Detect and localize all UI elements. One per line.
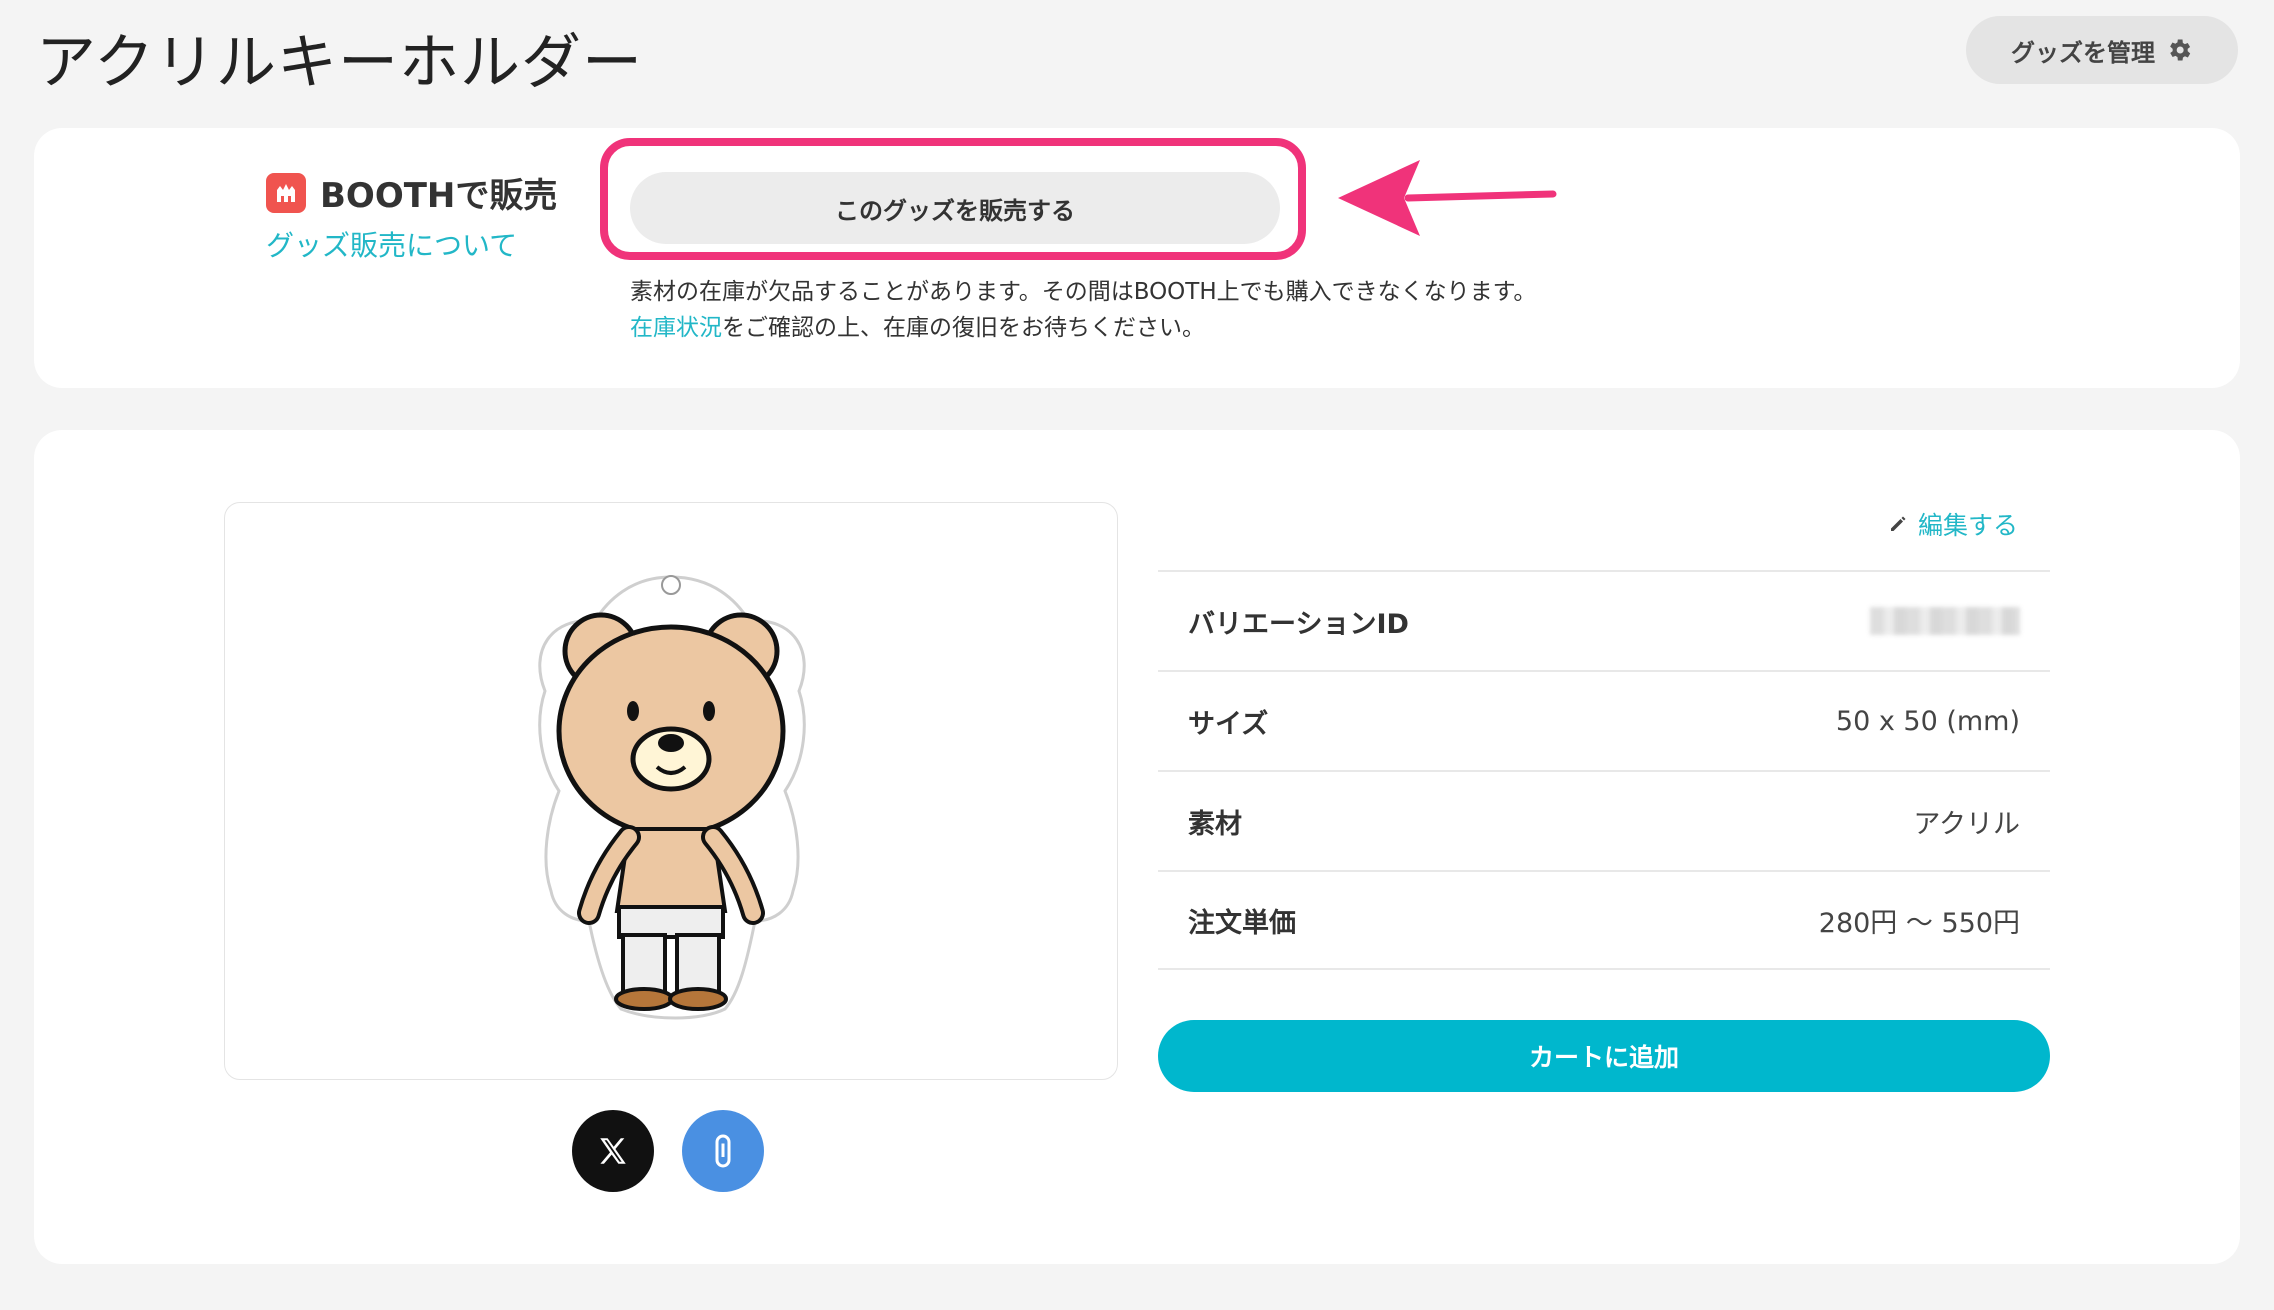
- spec-row-unit-price: 注文単価 280円 〜 550円: [1158, 870, 2050, 970]
- spec-row-size: サイズ 50 x 50 (mm): [1158, 670, 2050, 770]
- product-card: 編集する バリエーションID サイズ 50 x 50 (mm) 素材 アクリル …: [34, 430, 2240, 1264]
- stock-notice-line2-text: をご確認の上、在庫の復旧をお待ちください。: [722, 315, 1205, 341]
- booth-title: BOOTHで販売: [320, 176, 558, 216]
- share-x-button[interactable]: [572, 1110, 654, 1192]
- pointer-arrow-icon: [1338, 160, 1557, 236]
- product-image-frame: [224, 502, 1118, 1080]
- spec-label: バリエーションID: [1188, 608, 1409, 640]
- spec-row-variation-id: バリエーションID: [1158, 570, 2050, 670]
- booth-logo-icon: [266, 172, 306, 213]
- clip-icon: [715, 1134, 731, 1168]
- stock-status-link[interactable]: 在庫状況: [630, 315, 722, 341]
- x-logo-icon: [600, 1138, 626, 1164]
- page-title: アクリルキーホルダー: [36, 28, 643, 98]
- stock-notice-line1: 素材の在庫が欠品することがあります。その間はBOOTH上でも購入できなくなります…: [630, 279, 1537, 305]
- about-goods-sales-link[interactable]: グッズ販売について: [266, 224, 517, 264]
- sell-goods-button[interactable]: このグッズを販売する: [630, 172, 1280, 244]
- edit-label: 編集する: [1918, 511, 2019, 540]
- variation-id-value-redacted: [1870, 607, 2020, 635]
- spec-label: サイズ: [1188, 708, 1269, 740]
- pencil-icon: [1891, 516, 1906, 531]
- add-to-cart-button[interactable]: カートに追加: [1158, 1020, 2050, 1092]
- stock-notice: 素材の在庫が欠品することがあります。その間はBOOTH上でも購入できなくなります…: [630, 274, 1536, 346]
- spec-value: アクリル: [1913, 808, 2020, 840]
- copy-link-button[interactable]: [682, 1110, 764, 1192]
- booth-sell-card: BOOTHで販売 グッズ販売について このグッズを販売する 素材の在庫が欠品する…: [34, 128, 2240, 388]
- spec-label: 注文単価: [1188, 907, 1296, 939]
- manage-goods-label: グッズを管理: [2011, 38, 2155, 67]
- spec-table: バリエーションID サイズ 50 x 50 (mm) 素材 アクリル 注文単価 …: [1158, 570, 2050, 970]
- stock-notice-line2: 在庫状況をご確認の上、在庫の復旧をお待ちください。: [630, 310, 1536, 346]
- edit-link[interactable]: 編集する: [1888, 506, 2018, 542]
- booth-heading: BOOTHで販売: [266, 168, 557, 217]
- manage-goods-button[interactable]: グッズを管理: [1966, 16, 2238, 84]
- spec-label: 素材: [1188, 808, 1242, 840]
- spec-row-material: 素材 アクリル: [1158, 770, 2050, 870]
- gear-icon: [2170, 39, 2191, 61]
- spec-value: 50 x 50 (mm): [1835, 705, 2020, 737]
- spec-value: 280円 〜 550円: [1818, 907, 2020, 939]
- bear-keychain-image: [538, 575, 806, 1020]
